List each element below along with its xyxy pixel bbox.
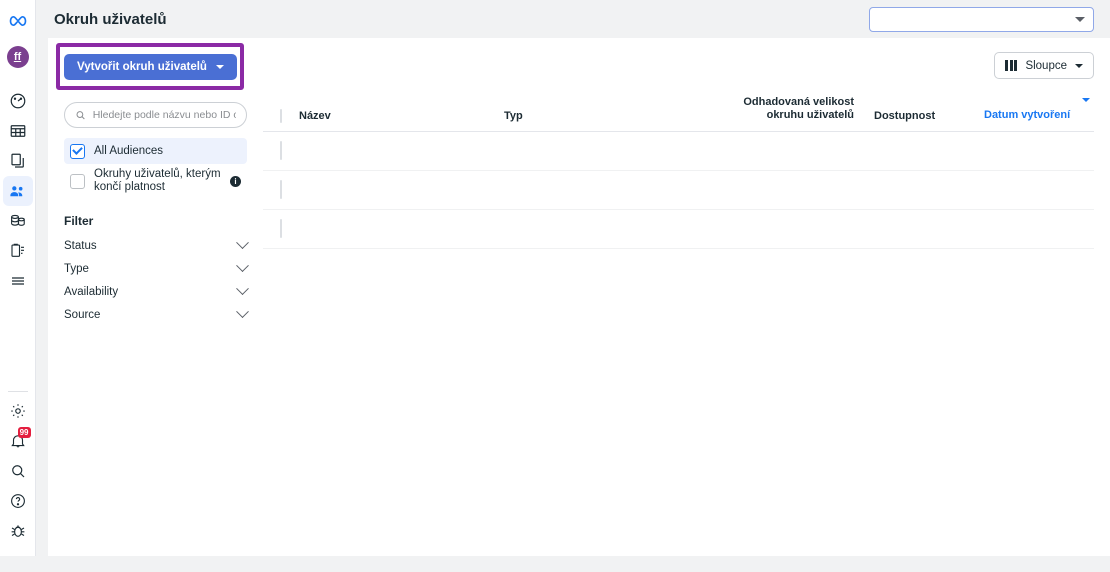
- filter-group-availability[interactable]: Availability: [64, 280, 249, 303]
- audience-filter-label: All Audiences: [94, 144, 164, 157]
- chevron-down-icon: [236, 282, 249, 296]
- filter-group-status[interactable]: Status: [64, 234, 249, 257]
- filter-group-source[interactable]: Source: [64, 303, 249, 326]
- bell-notifications-icon[interactable]: 99: [3, 426, 33, 456]
- cell-type: [504, 170, 704, 210]
- audience-filter-expiring[interactable]: Okruhy uživatelů, kterým končí platnost …: [64, 164, 247, 198]
- help-question-icon[interactable]: [3, 486, 33, 516]
- cell-date: [984, 170, 1094, 210]
- cell-type: [504, 209, 704, 249]
- column-header-size[interactable]: Odhadovaná velikost okruhu uživatelů: [704, 96, 854, 132]
- column-header-date[interactable]: Datum vytvoření: [984, 96, 1094, 132]
- cell-size: [704, 170, 854, 210]
- chevron-down-icon: [215, 65, 224, 69]
- table-grid-icon[interactable]: [3, 116, 33, 146]
- columns-icon: [1005, 60, 1018, 71]
- sort-descending-caret-icon[interactable]: [1082, 98, 1090, 102]
- filter-section-title: Filter: [64, 214, 94, 228]
- cell-date: [984, 209, 1094, 249]
- checkbox-unchecked-icon[interactable]: [70, 173, 85, 189]
- table-body: [263, 131, 1094, 249]
- cell-availability: [854, 209, 984, 249]
- cell-name: [299, 131, 504, 171]
- search-input[interactable]: [92, 109, 236, 121]
- row-checkbox[interactable]: [280, 180, 282, 199]
- audience-table: Název Typ Odhadovaná velikost okruhu uži…: [263, 96, 1094, 249]
- create-audience-wrapper: Vytvořit okruh uživatelů: [56, 43, 247, 90]
- column-header-type[interactable]: Typ: [504, 96, 704, 132]
- avatar-initials: ff: [6, 46, 29, 68]
- meta-infinity-logo[interactable]: [3, 6, 33, 36]
- billing-coins-icon[interactable]: [3, 206, 33, 236]
- app-root: ff 99 Okruh uživatelů Vytvořit okruh uži…: [0, 0, 1110, 572]
- column-header-name[interactable]: Název: [299, 96, 504, 132]
- audience-filter-label: Okruhy uživatelů, kterým končí platnost: [94, 168, 221, 193]
- chevron-down-icon: [236, 305, 249, 319]
- select-all-checkbox[interactable]: [280, 109, 282, 123]
- audience-search-box[interactable]: [64, 102, 247, 128]
- audience-table-panel: Sloupce Název Typ Odhadovaná velikost ok…: [263, 38, 1110, 556]
- row-select-cell: [263, 209, 299, 249]
- filters-panel: Vytvořit okruh uživatelů All Audiences O…: [48, 38, 263, 556]
- checkbox-checked-icon[interactable]: [70, 143, 85, 159]
- chevron-down-icon: [236, 236, 249, 250]
- cell-name: [299, 170, 504, 210]
- cell-name: [299, 209, 504, 249]
- filter-group-label: Availability: [64, 285, 119, 298]
- cell-size: [704, 209, 854, 249]
- table-row[interactable]: [263, 131, 1094, 171]
- hamburger-menu-icon[interactable]: [3, 266, 33, 296]
- dashboard-gauge-icon[interactable]: [3, 86, 33, 116]
- cell-availability: [854, 170, 984, 210]
- cell-size: [704, 131, 854, 171]
- column-header-availability[interactable]: Dostupnost: [854, 96, 984, 132]
- chevron-down-icon: [1075, 63, 1083, 68]
- bottom-strip: [0, 556, 1110, 572]
- columns-button[interactable]: Sloupce: [994, 52, 1094, 79]
- gear-settings-icon[interactable]: [3, 396, 33, 426]
- search-icon[interactable]: [3, 456, 33, 486]
- table-header: Název Typ Odhadovaná velikost okruhu uži…: [263, 96, 1094, 132]
- copy-pages-icon[interactable]: [3, 146, 33, 176]
- row-select-cell: [263, 131, 299, 171]
- info-icon[interactable]: i: [230, 175, 241, 187]
- row-checkbox[interactable]: [280, 141, 282, 160]
- columns-button-label: Sloupce: [1025, 59, 1067, 72]
- filter-group-label: Type: [64, 262, 89, 275]
- filter-group-label: Status: [64, 239, 97, 252]
- cell-availability: [854, 131, 984, 171]
- left-nav-rail: ff 99: [0, 0, 36, 556]
- audience-filter-all-audiences[interactable]: All Audiences: [64, 138, 247, 164]
- create-audience-label: Vytvořit okruh uživatelů: [77, 61, 207, 73]
- clipboard-list-icon[interactable]: [3, 236, 33, 266]
- column-header-date-label: Datum vytvoření: [984, 109, 1071, 121]
- filter-group-label: Source: [64, 308, 101, 321]
- table-row[interactable]: [263, 209, 1094, 249]
- cell-type: [504, 131, 704, 171]
- rail-divider: [7, 391, 28, 392]
- page-title: Okruh uživatelů: [54, 10, 167, 28]
- page-header: Okruh uživatelů: [36, 0, 1110, 38]
- cell-date: [984, 131, 1094, 171]
- table-header-row: Název Typ Odhadovaná velikost okruhu uži…: [263, 96, 1094, 132]
- table-row[interactable]: [263, 170, 1094, 210]
- bug-report-icon[interactable]: [3, 516, 33, 546]
- chevron-down-icon: [236, 259, 249, 273]
- account-select-dropdown[interactable]: [869, 7, 1094, 32]
- chevron-down-icon: [1075, 17, 1085, 22]
- row-checkbox[interactable]: [280, 219, 282, 238]
- row-select-cell: [263, 170, 299, 210]
- filter-group-type[interactable]: Type: [64, 257, 249, 280]
- create-audience-button[interactable]: Vytvořit okruh uživatelů: [64, 54, 237, 80]
- select-all-header: [263, 96, 299, 132]
- user-avatar[interactable]: ff: [3, 42, 33, 72]
- search-icon: [76, 111, 85, 120]
- sidebar-item-audiences[interactable]: [2, 176, 33, 206]
- notification-badge: 99: [17, 427, 31, 438]
- content-card: Vytvořit okruh uživatelů All Audiences O…: [48, 38, 1110, 556]
